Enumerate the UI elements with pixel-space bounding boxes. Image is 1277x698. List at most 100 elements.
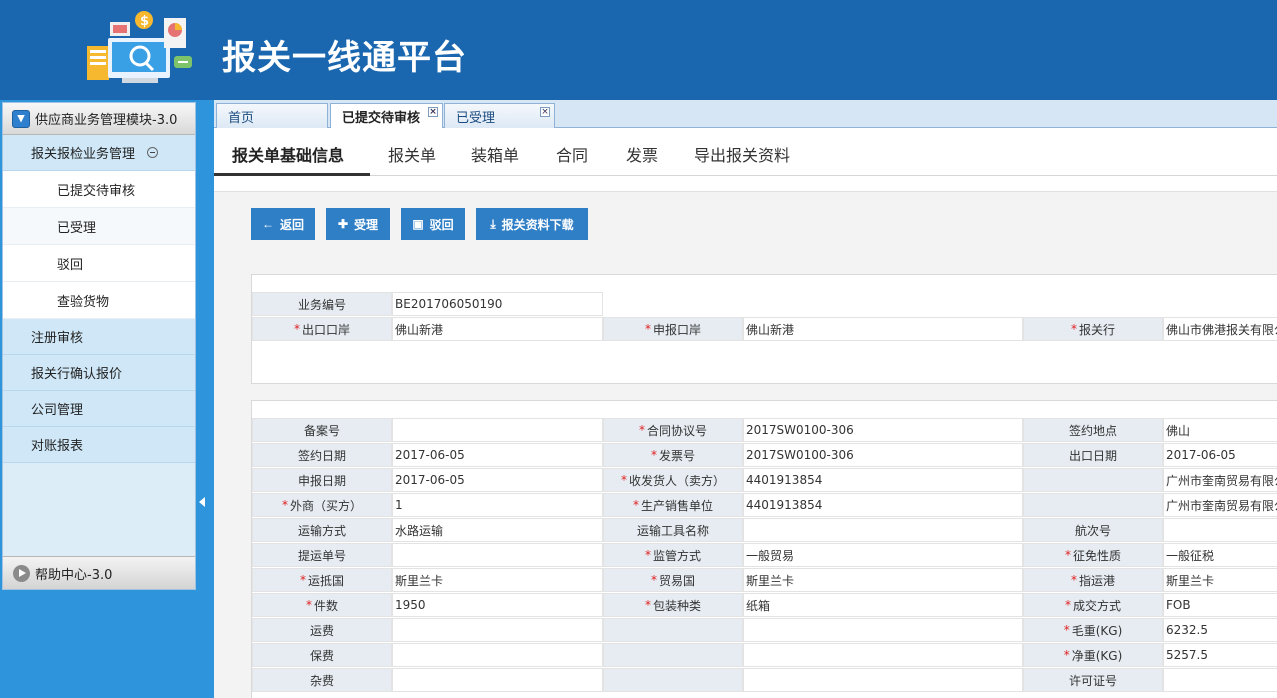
value-text: 斯里兰卡 (1166, 573, 1215, 588)
sidebar-collapse-arrow-icon[interactable] (199, 494, 207, 510)
required-asterisk: * (1063, 623, 1070, 637)
field-label (603, 618, 743, 642)
menu-group-customs[interactable]: 报关报检业务管理 (3, 135, 195, 171)
field-label-business-no: 业务编号 (252, 292, 392, 316)
value-text: BE201706050190 (395, 297, 503, 311)
label-text: 保费 (309, 648, 334, 663)
field-label: * 监管方式 (603, 543, 743, 567)
required-asterisk: * (1070, 573, 1077, 587)
label-text: 运输工具名称 (636, 523, 709, 538)
menu-sub-item-inspection[interactable]: 查验货物 (3, 282, 195, 319)
value-text: 1 (395, 498, 403, 512)
accept-button[interactable]: ✚ 受理 (326, 208, 390, 240)
collapse-minus-icon[interactable] (147, 147, 159, 158)
menu-item-registration-review[interactable]: 注册审核 (3, 319, 195, 355)
subnav-packing-list[interactable]: 装箱单 (471, 142, 519, 166)
field-value: 1950 (392, 593, 603, 617)
label-text: 运输方式 (297, 523, 346, 538)
tab-submitted[interactable]: 已提交待审核 × (330, 103, 443, 129)
tab-strip: 首页 已提交待审核 × 已受理 × (214, 100, 1277, 129)
required-asterisk: * (644, 598, 651, 612)
reject-button[interactable]: ▣ 驳回 (401, 208, 465, 240)
subnav-declaration[interactable]: 报关单 (388, 142, 436, 166)
menu-sub-item-rejected[interactable]: 驳回 (3, 245, 195, 282)
label-text: 签约地点 (1068, 423, 1117, 438)
tab-accepted[interactable]: 已受理 × (444, 103, 555, 128)
download-docs-button-label: 报关资料下载 (501, 217, 574, 232)
close-icon[interactable]: × (540, 107, 550, 117)
field-value: 斯里兰卡 (1163, 568, 1277, 592)
value-text: 4401913854 (746, 498, 823, 512)
field-value (743, 618, 1023, 642)
value-text: 佛山市佛港报关有限公司 (1166, 322, 1277, 337)
field-value: 斯里兰卡 (392, 568, 603, 592)
field-label-customs-broker: * 报关行 (1023, 317, 1163, 341)
menu-sub-item-submitted[interactable]: 已提交待审核 (3, 171, 195, 208)
svg-text:$: $ (140, 14, 149, 29)
subnav-export-docs[interactable]: 导出报关资料 (694, 142, 790, 166)
label-text: 申报日期 (297, 473, 346, 488)
field-label (1023, 493, 1163, 517)
label-text: 出口日期 (1068, 448, 1117, 463)
subnav-invoice[interactable]: 发票 (626, 142, 658, 166)
menu-item-label: 注册审核 (31, 331, 84, 346)
field-value: 2017SW0100-306 (743, 418, 1023, 442)
value-text: 2017SW0100-306 (746, 448, 854, 462)
label-text: 成交方式 (1072, 598, 1121, 613)
required-asterisk: * (632, 498, 639, 512)
required-asterisk: * (281, 498, 288, 512)
value-text: 2017-06-05 (395, 473, 465, 487)
field-value: 一般贸易 (743, 543, 1023, 567)
field-value-business-no: BE201706050190 (392, 292, 603, 316)
field-value: 斯里兰卡 (743, 568, 1023, 592)
field-label: 保费 (252, 643, 392, 667)
field-value (392, 668, 603, 692)
field-label-declare-port: * 申报口岸 (603, 317, 743, 341)
subnav-basic-info[interactable]: 报关单基础信息 (232, 142, 344, 166)
value-text: 2017SW0100-306 (746, 423, 854, 437)
close-icon[interactable]: × (428, 107, 438, 117)
subnav-contract[interactable]: 合同 (556, 142, 588, 166)
field-label: * 包装种类 (603, 593, 743, 617)
field-value: 水路运输 (392, 518, 603, 542)
field-value (743, 518, 1023, 542)
basic-info-card: 业务编号 BE201706050190 * 出口口岸 佛山新港 * 申报口岸 佛山新… (251, 274, 1277, 384)
download-icon: ⤓ (490, 216, 496, 231)
value-text: 斯里兰卡 (395, 573, 444, 588)
menu-item-company-management[interactable]: 公司管理 (3, 391, 195, 427)
menu-item-broker-quote[interactable]: 报关行确认报价 (3, 355, 195, 391)
help-center-bar[interactable]: 帮助中心-3.0 (3, 556, 195, 589)
field-value: 4401913854 (743, 493, 1023, 517)
field-value-export-port: 佛山新港 (392, 317, 603, 341)
field-label: 签约日期 (252, 443, 392, 467)
field-label: * 毛重(KG) (1023, 618, 1163, 642)
menu-sub-item-accepted[interactable]: 已受理 (3, 208, 195, 245)
download-docs-button[interactable]: ⤓ 报关资料下载 (476, 208, 588, 240)
menu-item-statement-report[interactable]: 对账报表 (3, 427, 195, 463)
required-asterisk: * (650, 573, 657, 587)
required-asterisk: * (305, 598, 312, 612)
module-header[interactable]: 供应商业务管理模块-3.0 (3, 103, 195, 135)
field-value (1163, 668, 1277, 692)
label-text: 杂费 (309, 673, 334, 688)
arrow-left-icon: ← (261, 217, 274, 231)
value-text: 4401913854 (746, 473, 823, 487)
field-value-declare-port: 佛山新港 (743, 317, 1023, 341)
field-label: * 生产销售单位 (603, 493, 743, 517)
required-asterisk: * (650, 448, 657, 462)
field-label: * 成交方式 (1023, 593, 1163, 617)
field-value (392, 643, 603, 667)
menu-sub-item-label: 已提交待审核 (57, 183, 136, 199)
field-value: FOB (1163, 593, 1277, 617)
value-text: 一般征税 (1166, 548, 1215, 563)
main-content: 报关单基础信息 报关单 装箱单 合同 发票 导出报关资料 ← 返回 ✚ 受理 ▣… (214, 128, 1277, 698)
field-value: 1 (392, 493, 603, 517)
app-title: 报关一线通平台 (222, 38, 467, 78)
required-asterisk: * (1064, 548, 1071, 562)
value-text: 2017-06-05 (1166, 448, 1236, 462)
app-header: $ 报关一线通平台 (0, 0, 1277, 100)
back-button[interactable]: ← 返回 (251, 208, 315, 240)
tab-home[interactable]: 首页 (216, 103, 328, 128)
value-text: 5257.5 (1166, 648, 1208, 662)
accept-button-label: 受理 (354, 217, 379, 232)
